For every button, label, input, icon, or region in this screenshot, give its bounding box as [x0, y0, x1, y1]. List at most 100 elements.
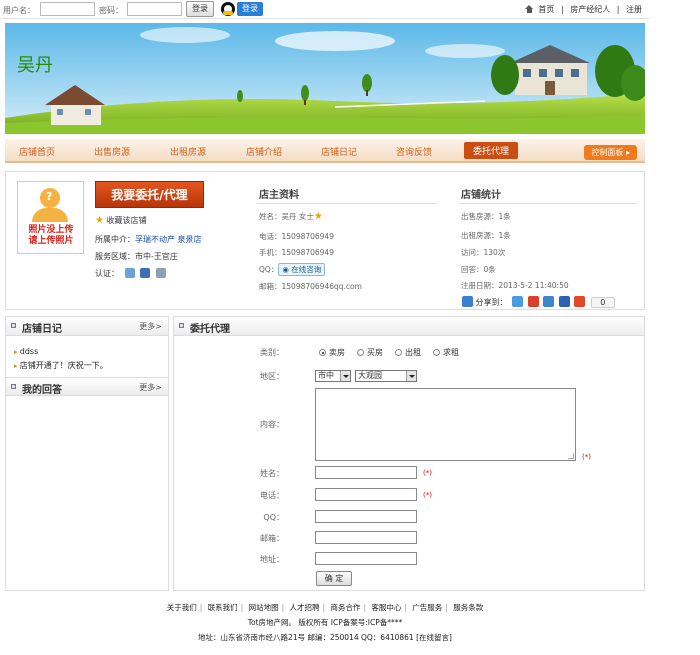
list-item[interactable]: 店铺开通了！庆祝一下。: [14, 360, 108, 371]
footer-link-sitemap[interactable]: 网站地图: [249, 603, 279, 612]
footer-copyright: Tot房地产网。 版权所有 ICP备案号:ICP备****: [247, 618, 403, 627]
answers-title: 我的回答: [22, 385, 62, 396]
mobile-row: 手机：15098706949: [259, 247, 334, 258]
nav-shop-intro[interactable]: 店铺介绍: [246, 145, 282, 158]
login-button[interactable]: 登录: [186, 1, 214, 17]
diary-title: 店铺日记: [22, 324, 62, 335]
type-radio-seek-rent[interactable]: 求租: [433, 347, 459, 358]
id-cert-icon: [124, 268, 135, 278]
nav-shop-home[interactable]: 店铺首页: [19, 145, 55, 158]
address-label: 地址：: [260, 555, 284, 564]
chevron-down-icon: [340, 371, 350, 381]
home-icon: [525, 5, 534, 13]
register-link[interactable]: 注册: [626, 5, 642, 14]
area-value: 市中-王官庄: [135, 252, 178, 261]
share-qzone-icon[interactable]: [512, 296, 524, 307]
password-input[interactable]: [127, 2, 182, 16]
agency-row: 所属中介：孚瑞不动产 泉景店: [95, 234, 202, 245]
answer-count: 回答：0条: [461, 265, 496, 274]
nav-feedback[interactable]: 咨询反馈: [396, 145, 432, 158]
shop-owner-name: 吴丹: [17, 55, 53, 76]
address-input[interactable]: [315, 552, 417, 565]
content-label: 内容：: [260, 420, 284, 429]
radio-icon: [357, 349, 364, 356]
name-input[interactable]: [315, 466, 417, 479]
footer-link-jobs[interactable]: 人才招聘: [290, 603, 320, 612]
list-item[interactable]: ddss: [14, 347, 108, 356]
qq-input[interactable]: [315, 510, 417, 523]
email-row: 邮箱：15098706946qq.com: [259, 281, 362, 292]
type-radio-rent-out[interactable]: 出租: [395, 347, 421, 358]
favorite-shop[interactable]: ★ 收藏该店铺: [95, 215, 147, 226]
subregion-select[interactable]: 大观园: [355, 370, 417, 382]
share-kaixin-icon[interactable]: [574, 296, 586, 307]
share-tqq-icon[interactable]: [543, 296, 555, 307]
separator: |: [560, 5, 564, 14]
submit-button[interactable]: 确 定: [316, 571, 352, 586]
left-sidebar: 店铺日记 更多> ddss 店铺开通了！庆祝一下。 我的回答 更多>: [5, 316, 169, 591]
share-renren-icon[interactable]: [558, 296, 570, 307]
phone-value: 15098706949: [281, 232, 335, 241]
username-label: 用户名：: [3, 6, 35, 15]
type-label: 类别：: [260, 348, 284, 357]
separator: |: [616, 5, 620, 14]
separator: |: [404, 603, 407, 612]
type-radio-buy[interactable]: 买房: [357, 347, 383, 358]
phone-label: 电话：: [259, 232, 282, 241]
agent-link[interactable]: 房产经纪人: [570, 5, 610, 14]
answers-more-link[interactable]: 更多>: [139, 382, 162, 393]
qq-login-button[interactable]: 登录: [221, 1, 263, 17]
radio-label: 买房: [367, 348, 383, 357]
license-cert-icon: [155, 268, 166, 278]
radio-label: 求租: [443, 348, 459, 357]
footer-link-business[interactable]: 商务合作: [330, 603, 360, 612]
nav-entrust-agency[interactable]: 委托代理: [464, 142, 519, 159]
nav-rent-listings[interactable]: 出租房源: [170, 145, 206, 158]
phone-input[interactable]: [315, 488, 417, 501]
phone-cert-icon: [140, 268, 151, 278]
district-select[interactable]: 市中: [315, 370, 351, 382]
phone-label: 电话：: [260, 491, 284, 500]
email-input[interactable]: [315, 531, 417, 544]
diary-more-link[interactable]: 更多>: [139, 321, 162, 332]
control-panel-button[interactable]: 控制面板 ▸: [584, 145, 637, 160]
nav-sale-listings[interactable]: 出售房源: [94, 145, 130, 158]
type-radio-sale[interactable]: 卖房: [319, 347, 345, 358]
photo-text-line2: 请上传照片: [28, 236, 74, 246]
separator: |: [322, 603, 326, 612]
footer-link-terms[interactable]: 服务条款: [453, 603, 483, 612]
person-icon-body: [32, 208, 68, 222]
footer-link-about[interactable]: 关于我们: [167, 603, 197, 612]
agency-label: 所属中介：: [95, 235, 135, 244]
separator: |: [281, 603, 285, 612]
subregion-value: 大观园: [358, 371, 382, 380]
owner-name: 吴丹 女士: [281, 212, 314, 221]
question-mark-icon: ?: [46, 190, 53, 203]
share-weibo-icon[interactable]: [527, 296, 539, 307]
entrust-button[interactable]: 我要委托/代理: [95, 181, 204, 208]
password-label: 密码：: [99, 6, 123, 15]
required-mark: (*): [423, 491, 432, 499]
share-plus-icon[interactable]: [462, 296, 473, 307]
qq-consult-button[interactable]: ◉ 在线咨询: [278, 263, 326, 276]
name-label: 姓名：: [260, 469, 284, 478]
username-input[interactable]: [40, 2, 95, 16]
square-bullet-icon: [179, 323, 184, 328]
mobile-value: 15098706949: [281, 248, 335, 257]
phone-row: 电话：15098706949: [259, 231, 334, 242]
content-textarea[interactable]: [315, 388, 576, 461]
footer-link-ads[interactable]: 广告服务: [412, 603, 442, 612]
home-link[interactable]: 首页: [538, 5, 554, 14]
region-label: 地区：: [260, 372, 284, 381]
agency-link[interactable]: 孚瑞不动产 泉景店: [135, 235, 202, 244]
nav-shop-diary[interactable]: 店铺日记: [321, 145, 357, 158]
footer-link-service[interactable]: 客服中心: [371, 603, 401, 612]
email-label: 邮箱：: [260, 534, 284, 543]
share-bar: 分享到： 0: [462, 296, 615, 308]
resize-grip-icon[interactable]: [568, 453, 574, 459]
qq-label: QQ：: [259, 265, 279, 274]
diary-header: 店铺日记 更多>: [6, 317, 168, 336]
answers-header: 我的回答 更多>: [6, 377, 168, 396]
footer: 关于我们 | 联系我们 | 网站地图 | 人才招聘 | 商务合作 | 客服中心 | 广告服务…: [0, 600, 650, 645]
footer-link-contact[interactable]: 联系我们: [208, 603, 238, 612]
